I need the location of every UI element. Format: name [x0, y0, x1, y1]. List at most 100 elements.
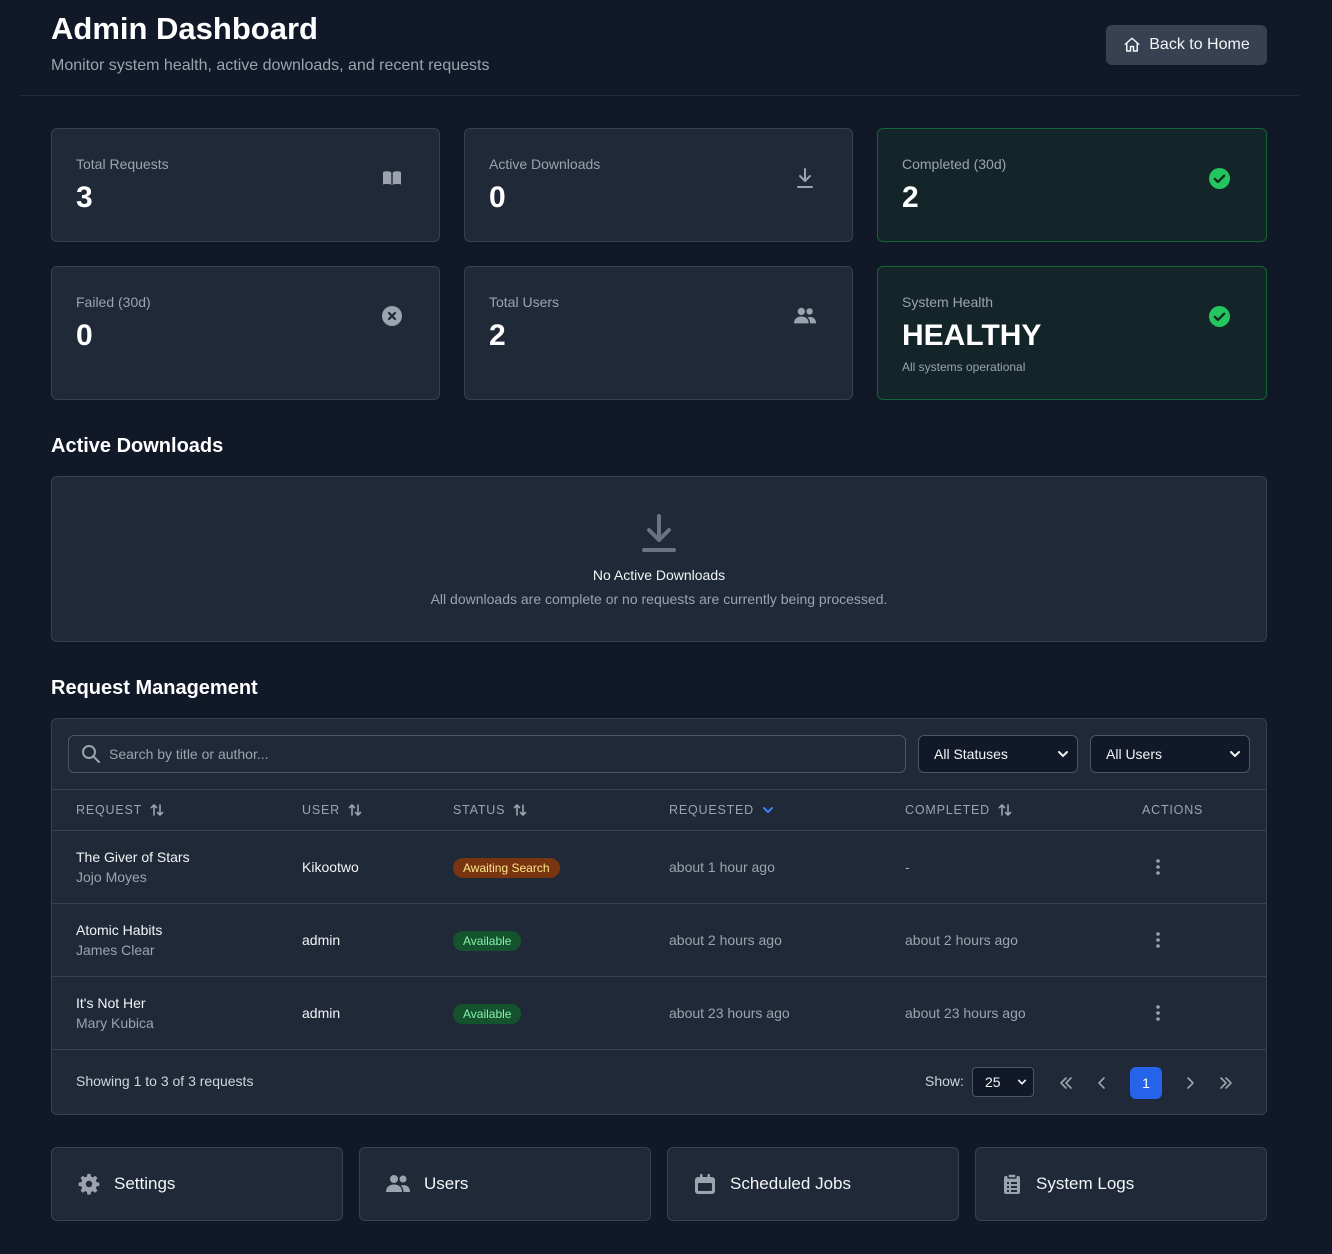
status-badge: Available — [453, 931, 522, 951]
page-size-value: 25 — [985, 1074, 1001, 1090]
completed-time: - — [905, 859, 910, 875]
sort-icon — [348, 804, 362, 816]
status-filter-select[interactable]: All Statuses — [918, 735, 1078, 773]
request-title: It's Not Her — [76, 995, 146, 1011]
stat-value: 0 — [489, 181, 506, 214]
requested-time: about 1 hour ago — [669, 859, 775, 875]
quick-link-label: System Logs — [1036, 1174, 1135, 1193]
stat-card-active-downloads: Active Downloads 0 — [464, 128, 853, 242]
stat-label: Active Downloads — [489, 156, 601, 172]
download-icon — [794, 167, 816, 189]
page-size-select[interactable]: 25 — [972, 1067, 1034, 1097]
book-icon — [381, 167, 403, 189]
stat-card-failed: Failed (30d) 0 — [51, 266, 440, 400]
quick-link-label: Users — [424, 1174, 469, 1193]
next-page-button[interactable] — [1174, 1067, 1206, 1099]
table-row: It's Not Her Mary Kubica admin Available… — [52, 977, 1266, 1050]
x-circle-icon — [381, 305, 403, 327]
check-circle-icon — [1208, 167, 1230, 189]
page-button-current[interactable]: 1 — [1130, 1067, 1162, 1099]
page-size-label: Show: — [925, 1073, 964, 1089]
column-label: USER — [302, 803, 340, 817]
calendar-icon — [695, 1174, 715, 1194]
page-header: Admin Dashboard Monitor system health, a… — [0, 0, 1332, 96]
requested-time: about 2 hours ago — [669, 932, 782, 948]
request-user: Kikootwo — [302, 859, 359, 875]
stat-value: 0 — [76, 319, 93, 352]
stat-value: 3 — [76, 181, 93, 214]
column-header-request[interactable]: REQUEST — [76, 803, 164, 817]
users-link-button[interactable]: Users — [359, 1147, 651, 1221]
status-badge: Available — [453, 1004, 522, 1024]
empty-state-title: No Active Downloads — [592, 567, 726, 583]
stat-card-completed: Completed (30d) 2 — [877, 128, 1267, 242]
column-header-actions: ACTIONS — [1142, 803, 1203, 817]
column-label: STATUS — [453, 803, 506, 817]
stat-label: Total Requests — [76, 156, 169, 172]
download-empty-icon — [641, 513, 677, 553]
page-title: Admin Dashboard — [51, 11, 318, 46]
search-icon — [82, 745, 100, 763]
quick-link-label: Scheduled Jobs — [730, 1174, 851, 1193]
column-label: ACTIONS — [1142, 803, 1204, 817]
chevron-down-icon — [763, 807, 773, 814]
stat-card-total-requests: Total Requests 3 — [51, 128, 440, 242]
stat-label: Failed (30d) — [76, 294, 151, 310]
active-downloads-heading: Active Downloads — [51, 435, 224, 457]
table-row: The Giver of Stars Jojo Moyes Kikootwo A… — [52, 831, 1266, 904]
request-user: admin — [302, 1005, 341, 1021]
stat-card-total-users: Total Users 2 — [464, 266, 853, 400]
request-management-heading: Request Management — [51, 677, 258, 699]
previous-page-button[interactable] — [1086, 1067, 1118, 1099]
search-box — [68, 735, 906, 773]
header-divider — [19, 95, 1299, 96]
stat-value: 2 — [489, 319, 506, 352]
column-label: REQUEST — [76, 803, 143, 817]
status-badge: Awaiting Search — [453, 858, 560, 878]
chevron-down-icon — [1017, 1079, 1027, 1085]
back-to-home-button[interactable]: Back to Home — [1106, 25, 1267, 65]
request-management-panel: All Statuses All Users REQUEST USER STAT… — [51, 718, 1267, 1115]
search-input[interactable] — [109, 746, 889, 762]
chevrons-right-icon — [1220, 1077, 1232, 1089]
quick-link-label: Settings — [114, 1174, 176, 1193]
column-header-completed[interactable]: COMPLETED — [905, 803, 1012, 817]
stat-value: 2 — [902, 181, 919, 214]
last-page-button[interactable] — [1210, 1067, 1242, 1099]
sort-icon — [150, 804, 164, 816]
stat-card-system-health: System Health HEALTHY All systems operat… — [877, 266, 1267, 400]
completed-time: about 23 hours ago — [905, 1005, 1026, 1021]
settings-link-button[interactable]: Settings — [51, 1147, 343, 1221]
back-to-home-label: Back to Home — [1149, 36, 1250, 53]
gear-icon — [78, 1173, 100, 1195]
stat-label: Completed (30d) — [902, 156, 1007, 172]
scheduled-jobs-link-button[interactable]: Scheduled Jobs — [667, 1147, 959, 1221]
user-filter-value: All Users — [1106, 746, 1163, 762]
chevron-down-icon — [1058, 751, 1068, 758]
request-author: Jojo Moyes — [76, 869, 147, 885]
active-downloads-panel: No Active Downloads All downloads are co… — [51, 476, 1267, 642]
first-page-button[interactable] — [1050, 1067, 1082, 1099]
chevrons-left-icon — [1060, 1077, 1072, 1089]
user-filter-select[interactable]: All Users — [1090, 735, 1250, 773]
pagination-summary: Showing 1 to 3 of 3 requests — [76, 1073, 254, 1089]
column-header-requested[interactable]: REQUESTED — [669, 803, 774, 817]
request-title: The Giver of Stars — [76, 849, 190, 865]
system-logs-link-button[interactable]: System Logs — [975, 1147, 1267, 1221]
column-label: COMPLETED — [905, 803, 990, 817]
request-title: Atomic Habits — [76, 922, 163, 938]
clipboard-list-icon — [1004, 1173, 1020, 1194]
check-circle-icon — [1208, 305, 1230, 327]
stat-label: Total Users — [489, 294, 560, 310]
row-actions-kebab-icon[interactable] — [1150, 930, 1166, 950]
column-header-user[interactable]: USER — [302, 803, 362, 817]
row-actions-kebab-icon[interactable] — [1150, 857, 1166, 877]
column-header-status[interactable]: STATUS — [453, 803, 527, 817]
users-icon — [794, 305, 816, 327]
chevron-right-icon — [1187, 1077, 1194, 1089]
row-actions-kebab-icon[interactable] — [1150, 1003, 1166, 1023]
request-author: James Clear — [76, 942, 155, 958]
sort-icon — [513, 804, 527, 816]
page-subtitle: Monitor system health, active downloads,… — [51, 57, 490, 74]
users-icon — [386, 1175, 410, 1192]
